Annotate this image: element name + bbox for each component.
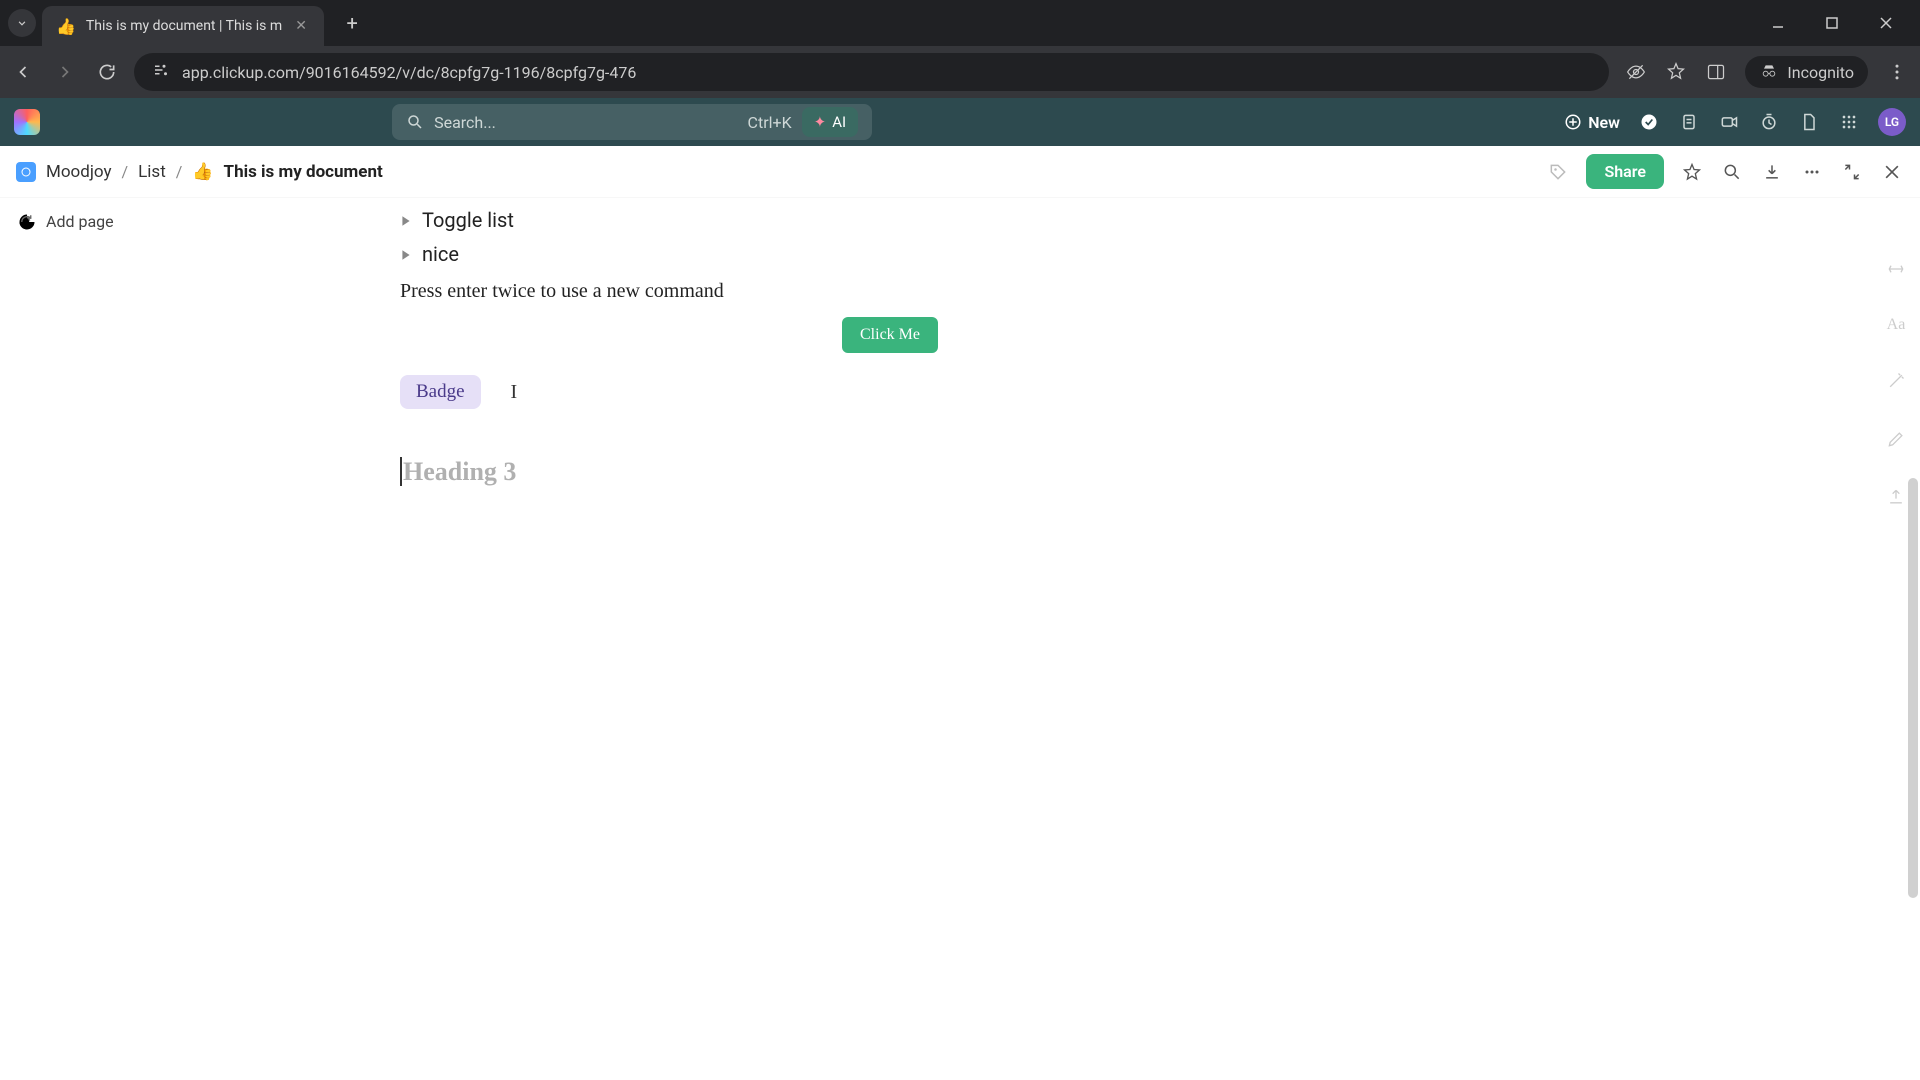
breadcrumb-workspace[interactable]: Moodjoy (46, 162, 112, 182)
width-toggle-icon[interactable] (1885, 258, 1907, 280)
doc-header: Moodjoy / List / 👍 This is my document S… (0, 146, 1920, 198)
badge-chip[interactable]: Badge (400, 375, 481, 409)
doc-sidebar: Add page (0, 198, 300, 1080)
url-text: app.clickup.com/9016164592/v/dc/8cpfg7g-… (182, 63, 1591, 82)
export-icon[interactable] (1885, 486, 1907, 508)
browser-menu-icon[interactable] (1886, 61, 1908, 83)
tab-bar: 👍 This is my document | This is m ✕ + (0, 0, 1920, 46)
add-page-button[interactable]: Add page (18, 212, 282, 231)
download-icon[interactable] (1760, 160, 1784, 184)
toggle-list-item[interactable]: Toggle list (400, 208, 1380, 232)
typography-icon[interactable]: Aa (1887, 316, 1906, 334)
tab-close-icon[interactable]: ✕ (292, 17, 310, 35)
window-controls (1752, 3, 1912, 43)
site-settings-icon[interactable] (152, 61, 170, 83)
caret-right-icon[interactable] (400, 242, 412, 266)
ai-label: AI (832, 113, 846, 131)
toggle-label: Toggle list (422, 208, 514, 232)
user-avatar[interactable]: LG (1878, 108, 1906, 136)
add-page-label: Add page (46, 212, 114, 231)
incognito-indicator[interactable]: Incognito (1745, 56, 1868, 88)
new-button[interactable]: New (1564, 113, 1620, 132)
tag-icon[interactable] (1546, 160, 1570, 184)
side-panel-icon[interactable] (1705, 61, 1727, 83)
heading3-placeholder[interactable]: Heading 3 (400, 457, 1380, 487)
star-icon[interactable] (1680, 160, 1704, 184)
hint-text: Press enter twice to use a new command (400, 280, 1380, 303)
reload-button[interactable] (96, 61, 118, 83)
toggle-label: nice (422, 242, 459, 266)
doc-emoji: 👍 (192, 162, 213, 182)
new-label: New (1588, 113, 1620, 132)
forward-button[interactable] (54, 61, 76, 83)
share-button[interactable]: Share (1586, 154, 1664, 189)
search-shortcut: Ctrl+K (748, 113, 792, 132)
breadcrumb-sep: / (122, 162, 129, 181)
breadcrumb-doc-title[interactable]: This is my document (224, 162, 383, 182)
click-me-button[interactable]: Click Me (842, 317, 938, 353)
bookmark-star-icon[interactable] (1665, 61, 1687, 83)
wand-icon[interactable] (1885, 370, 1907, 392)
tab-search-button[interactable] (8, 9, 36, 37)
app-header: Search... Ctrl+K ✦AI New LG (0, 98, 1920, 146)
maximize-button[interactable] (1806, 3, 1858, 43)
tab-favicon: 👍 (56, 17, 76, 36)
scrollbar[interactable] (1908, 478, 1918, 898)
breadcrumb-list[interactable]: List (138, 162, 166, 182)
toggle-list-item[interactable]: nice (400, 242, 1380, 266)
search-placeholder: Search... (434, 113, 496, 132)
tab-title: This is my document | This is m (86, 18, 282, 34)
right-rail: Aa (1872, 258, 1920, 508)
browser-tab[interactable]: 👍 This is my document | This is m ✕ (42, 6, 324, 46)
doc-content[interactable]: Toggle list nice Press enter twice to us… (300, 198, 1920, 1080)
browser-chrome: 👍 This is my document | This is m ✕ + ap… (0, 0, 1920, 98)
clock-icon[interactable] (1758, 111, 1780, 133)
search-doc-icon[interactable] (1720, 160, 1744, 184)
breadcrumb-sep: / (176, 162, 183, 181)
collapse-icon[interactable] (1840, 160, 1864, 184)
eye-off-icon[interactable] (1625, 61, 1647, 83)
minimize-button[interactable] (1752, 3, 1804, 43)
doc-icon[interactable] (1798, 111, 1820, 133)
close-window-button[interactable] (1860, 3, 1912, 43)
close-doc-icon[interactable] (1880, 160, 1904, 184)
body-area: Add page Toggle list nice Press enter tw… (0, 198, 1920, 1080)
text-cursor: I (511, 381, 518, 404)
search-icon (406, 113, 424, 131)
check-circle-icon[interactable] (1638, 111, 1660, 133)
grid-apps-icon[interactable] (1838, 111, 1860, 133)
app-logo[interactable] (14, 109, 40, 135)
address-bar: app.clickup.com/9016164592/v/dc/8cpfg7g-… (0, 46, 1920, 98)
global-search[interactable]: Search... Ctrl+K ✦AI (392, 104, 872, 140)
video-icon[interactable] (1718, 111, 1740, 133)
new-tab-button[interactable]: + (336, 7, 368, 39)
ai-button[interactable]: ✦AI (802, 107, 858, 137)
more-icon[interactable] (1800, 160, 1824, 184)
back-button[interactable] (12, 61, 34, 83)
edit-icon[interactable] (1885, 428, 1907, 450)
notepad-icon[interactable] (1678, 111, 1700, 133)
incognito-label: Incognito (1787, 63, 1854, 82)
caret-right-icon[interactable] (400, 208, 412, 232)
workspace-icon[interactable] (16, 162, 36, 182)
url-field[interactable]: app.clickup.com/9016164592/v/dc/8cpfg7g-… (134, 53, 1609, 91)
